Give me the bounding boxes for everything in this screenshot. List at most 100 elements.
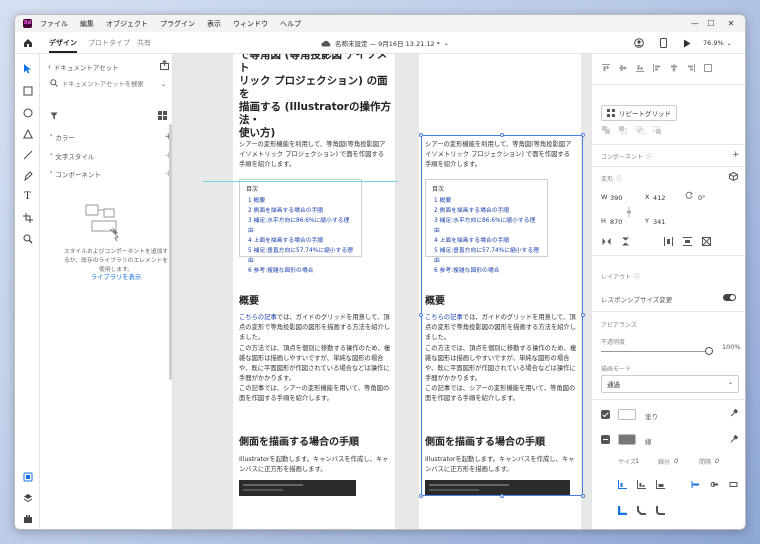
line-tool-icon[interactable] <box>21 148 34 161</box>
fill-checkbox[interactable] <box>601 410 610 419</box>
toc-item[interactable]: 6 参考:複雑な図形の場合 <box>246 266 355 276</box>
boolean-exclude-icon[interactable] <box>652 125 661 136</box>
width-input[interactable]: 390 <box>610 194 622 202</box>
opacity-slider-track[interactable] <box>601 351 709 352</box>
gap-input[interactable]: 0 <box>715 457 719 465</box>
mobile-preview-icon[interactable] <box>660 32 667 54</box>
rectangle-tool-icon[interactable] <box>21 84 34 97</box>
eyedropper-icon[interactable] <box>730 434 739 445</box>
zoom-control[interactable]: 76.9% ⌄ <box>703 32 732 54</box>
toc-item[interactable]: 2 側面を描画する場合の手順 <box>246 206 355 216</box>
opacity-value[interactable]: 100% <box>722 343 741 351</box>
cap-square-icon[interactable] <box>729 480 738 491</box>
responsive-resize-toggle[interactable] <box>723 294 736 301</box>
info-icon[interactable]: ⓘ <box>634 272 640 281</box>
asset-search-input[interactable] <box>62 80 157 88</box>
polygon-tool-icon[interactable] <box>21 127 34 140</box>
stroke-checkbox[interactable] <box>601 435 610 444</box>
zoom-tool-icon[interactable] <box>21 232 34 245</box>
resize-handle[interactable] <box>419 133 423 137</box>
toc-item[interactable]: 3 補足:水平方向に86.6%に縮小する理由 <box>246 216 355 236</box>
grid-view-icon[interactable] <box>158 111 167 122</box>
toc-item[interactable]: 4 上面を描画する場合の手順 <box>246 236 355 246</box>
distribute-h-icon[interactable] <box>664 237 673 248</box>
home-icon[interactable] <box>23 32 33 54</box>
boolean-intersect-icon[interactable] <box>635 125 645 136</box>
menu-window[interactable]: ウィンドウ <box>233 19 268 29</box>
boolean-add-icon[interactable] <box>602 126 610 136</box>
plugins-panel-icon[interactable] <box>21 512 34 525</box>
ellipse-tool-icon[interactable] <box>21 106 34 119</box>
rotation-input[interactable]: 0° <box>698 194 705 202</box>
resize-handle[interactable] <box>419 494 423 498</box>
x-input[interactable]: 412 <box>653 194 665 202</box>
distribute-v-icon[interactable] <box>683 237 692 248</box>
article-link[interactable]: こちらの記事 <box>239 314 277 321</box>
pen-tool-icon[interactable] <box>21 169 34 182</box>
align-bottom-icon[interactable] <box>636 64 644 74</box>
stroke-size-input[interactable]: 1 <box>635 457 639 465</box>
align-right-icon[interactable] <box>687 64 695 74</box>
resize-handle[interactable] <box>419 313 423 317</box>
resize-handle[interactable] <box>581 313 585 317</box>
filter-icon[interactable] <box>50 112 58 122</box>
blend-mode-select[interactable]: 通過 ⌄ <box>601 375 739 393</box>
boolean-subtract-icon[interactable] <box>619 126 628 136</box>
canvas[interactable]: で等角図 (等角投影図 アイソメト リック プロジェクション) の面を 描画する… <box>173 54 591 529</box>
dash-input[interactable]: 0 <box>674 457 678 465</box>
resize-handle[interactable] <box>500 133 504 137</box>
section-text-styles[interactable]: › 文字スタイル + <box>50 151 172 161</box>
align-top-icon[interactable] <box>602 64 610 74</box>
document-title[interactable]: 名称未設定 — 9月16日 13.21.12 * ⌄ <box>321 32 449 54</box>
assets-panel-icon[interactable] <box>21 470 34 483</box>
join-round-icon[interactable] <box>656 506 665 517</box>
flip-horizontal-icon[interactable] <box>602 237 611 248</box>
menu-view[interactable]: 表示 <box>207 19 221 29</box>
distribute-icon[interactable] <box>704 64 712 74</box>
play-icon[interactable] <box>683 32 691 54</box>
3d-transform-icon[interactable] <box>729 171 738 183</box>
close-icon[interactable]: ✕ <box>717 15 745 32</box>
stroke-swatch[interactable] <box>618 434 636 445</box>
cap-butt-icon[interactable] <box>691 480 700 491</box>
align-left-icon[interactable] <box>653 64 661 74</box>
stroke-outer-icon[interactable] <box>656 480 665 491</box>
library-link[interactable]: ライブラリを表示 <box>62 272 170 281</box>
repeat-grid-button[interactable]: リピートグリッド <box>601 105 677 121</box>
menu-plugins[interactable]: プラグイン <box>160 19 195 29</box>
resize-handle[interactable] <box>581 494 585 498</box>
info-icon[interactable]: ⓘ <box>616 174 622 183</box>
menu-file[interactable]: ファイル <box>40 19 68 29</box>
tab-share[interactable]: 共有 <box>137 38 151 48</box>
section-components[interactable]: › コンポーネント + <box>50 169 172 179</box>
toc-item[interactable]: 5 補足:垂直方向に57.74%に縮小する理由 <box>246 246 355 266</box>
artboard-tool-icon[interactable] <box>21 211 34 224</box>
menu-help[interactable]: ヘルプ <box>280 19 301 29</box>
tab-design[interactable]: デザイン <box>49 38 77 53</box>
flip-vertical-icon[interactable] <box>621 237 630 248</box>
toc-item[interactable]: 1 概要 <box>246 196 355 206</box>
cap-round-icon[interactable] <box>710 480 719 491</box>
eyedropper-icon[interactable] <box>730 408 739 419</box>
export-icon[interactable] <box>160 59 169 72</box>
lock-aspect-icon[interactable] <box>626 207 632 219</box>
chevron-left-icon[interactable]: ‹ <box>48 63 51 71</box>
resize-handle[interactable] <box>500 494 504 498</box>
resize-handle[interactable] <box>581 133 585 137</box>
select-tool-icon[interactable] <box>21 62 34 75</box>
fit-icon[interactable] <box>702 237 711 248</box>
selection-box[interactable] <box>421 135 583 496</box>
opacity-slider-thumb[interactable] <box>705 347 713 355</box>
fill-swatch[interactable] <box>618 409 636 420</box>
user-icon[interactable] <box>634 32 644 54</box>
join-miter-icon[interactable] <box>617 506 627 517</box>
stroke-center-icon[interactable] <box>637 480 646 491</box>
text-tool-icon[interactable]: T <box>21 190 34 203</box>
artboard-left[interactable]: で等角図 (等角投影図 アイソメト リック プロジェクション) の面を 描画する… <box>233 54 395 529</box>
info-icon[interactable]: ⓘ <box>646 152 652 161</box>
height-input[interactable]: 870 <box>610 218 622 226</box>
tab-prototype[interactable]: プロトタイプ <box>88 38 130 48</box>
menu-edit[interactable]: 編集 <box>80 19 94 29</box>
align-middle-icon[interactable] <box>619 64 627 74</box>
section-colors[interactable]: › カラー + <box>50 132 172 142</box>
